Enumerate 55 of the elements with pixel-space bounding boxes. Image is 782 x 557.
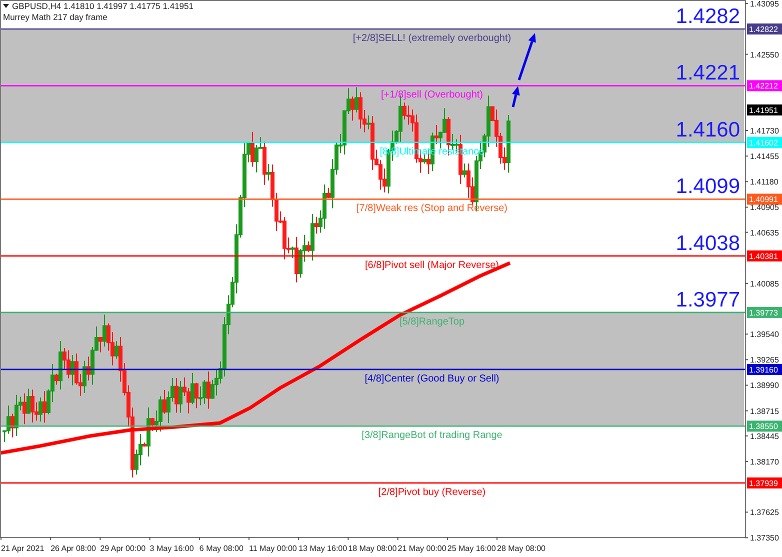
time-tick-label: 3 May 16:00 <box>150 544 194 553</box>
level-price-label: 1.4160 <box>676 118 740 142</box>
price-tick-label: 1.38715 <box>750 406 779 416</box>
time-tick-label: 28 May 08:00 <box>497 544 546 553</box>
time-tick-label: 6 May 08:00 <box>199 544 244 553</box>
level-price-label: 1.4221 <box>676 62 740 85</box>
level-price-tag: 1.38550 <box>747 420 782 432</box>
level-price-tag: 1.42212 <box>747 80 782 92</box>
time-tick-label: 26 Apr 08:00 <box>50 544 96 553</box>
price-tick-label: 1.39540 <box>750 330 779 340</box>
time-tick-label: 21 May 00:00 <box>398 544 446 553</box>
price-tick-label: 1.41730 <box>750 126 779 136</box>
level-label: [3/8]RangeBot of trading Range <box>362 430 502 442</box>
level-price-label: 1.4099 <box>676 175 740 198</box>
level-price-label: 1.4038 <box>676 232 740 255</box>
level-price-tag: 1.40991 <box>747 194 782 205</box>
level-price-tag: 1.42822 <box>747 23 782 34</box>
indicator-title: Murrey Math 217 day frame <box>3 12 108 22</box>
level-price-tag: 1.39773 <box>747 306 782 318</box>
current-price-tag: 1.41951 <box>747 104 782 116</box>
price-tick-label: 1.41455 <box>750 152 779 162</box>
time-tick-label: 21 Apr 2021 <box>1 544 44 553</box>
level-price-tag: 1.39160 <box>747 364 782 375</box>
forecast-arrow <box>518 33 536 80</box>
price-tick-label: 1.43095 <box>750 0 779 9</box>
price-tick-label: 1.42550 <box>750 50 779 60</box>
price-tick-label: 1.39265 <box>750 356 779 365</box>
price-tick-label: 1.40905 <box>750 203 779 212</box>
price-tick-label: 1.40085 <box>750 279 779 288</box>
price-tick-label: 1.37625 <box>750 508 779 518</box>
price-tick-label: 1.38990 <box>750 381 779 390</box>
level-label: [4/8]Center (Good Buy or Sell) <box>364 373 500 384</box>
level-label: [+1/8]sell (Overbought) <box>381 90 483 101</box>
time-tick-label: 18 May 08:00 <box>348 544 397 553</box>
level-label: [2/8]Pivot buy (Reverse) <box>378 486 486 498</box>
price-tick-label: 1.40635 <box>750 228 779 238</box>
time-tick-label: 29 Apr 00:00 <box>100 544 146 553</box>
level-label: [6/8]Pivot sell (Major Reverse) <box>365 260 499 271</box>
level-price-label: 1.4282 <box>676 4 740 28</box>
caret-icon <box>3 4 9 8</box>
level-price-tag: 1.37939 <box>747 477 782 488</box>
time-tick-label: 13 May 16:00 <box>298 544 348 553</box>
level-label: [5/8]RangeTop <box>399 316 465 328</box>
time-tick-label: 11 May 00:00 <box>249 544 297 553</box>
price-tick-label: 1.37350 <box>750 534 779 543</box>
level-label: [+2/8]SELL! (extremely overbought) <box>352 32 512 44</box>
price-tick-label: 1.38445 <box>750 432 779 441</box>
level-price-label: 1.3977 <box>676 288 740 312</box>
time-tick-label: 25 May 16:00 <box>447 544 496 553</box>
level-price-tag: 1.41602 <box>747 136 782 148</box>
level-price-tag: 1.40381 <box>747 250 782 262</box>
forecast-arrow <box>512 86 520 108</box>
price-tick-label: 1.41180 <box>750 178 778 187</box>
price-tick-label: 1.38170 <box>750 457 779 466</box>
symbol-quote-text: GBPUSD,H4 1.41810 1.41997 1.41775 1.41951 <box>12 1 194 11</box>
